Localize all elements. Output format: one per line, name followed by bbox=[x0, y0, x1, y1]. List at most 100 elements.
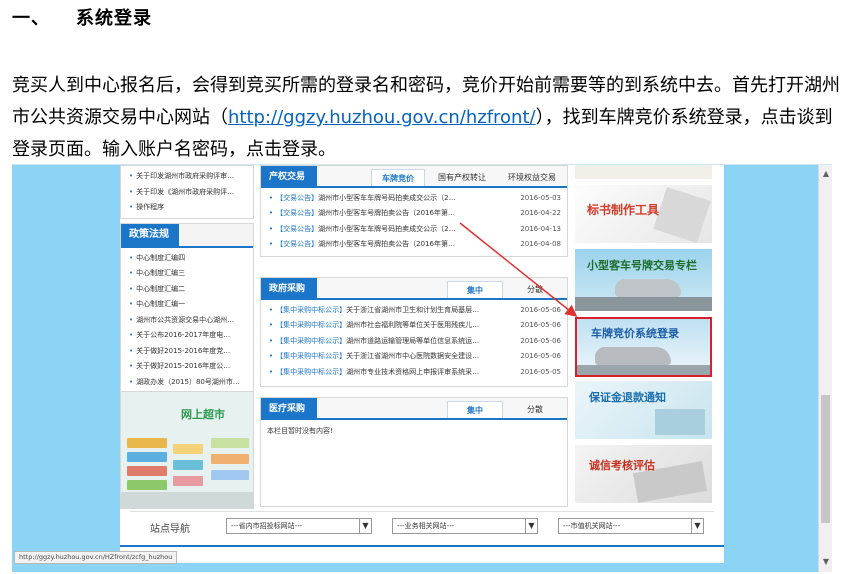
chevron-down-icon: ▼ bbox=[691, 519, 703, 533]
list-item[interactable]: 中心制度汇编二 bbox=[129, 282, 253, 298]
scroll-up-icon[interactable]: ▲ bbox=[819, 169, 832, 178]
table-row[interactable]: 【交易公告】湖州市小型客车号牌拍卖公告（2016年第… 2016-04-22 bbox=[269, 206, 561, 221]
row-tag: 【交易公告】 bbox=[276, 224, 319, 233]
table-row[interactable]: 【交易公告】湖州市小型客车车牌号码拍卖成交公示（2… 2016-04-13 bbox=[269, 222, 561, 237]
policy-list: 中心制度汇编四中心制度汇编三中心制度汇编二中心制度汇编一湖州市公共资源交易中心湖… bbox=[121, 248, 253, 393]
row-tag: 【交易公告】 bbox=[276, 209, 319, 218]
banner-plate-column[interactable]: 小型客车号牌交易专栏 bbox=[575, 249, 712, 311]
row-date: 2016-04-22 bbox=[520, 209, 561, 218]
row-date: 2016-05-06 bbox=[520, 336, 561, 345]
row-date: 2016-04-13 bbox=[520, 224, 561, 233]
site-link[interactable]: http://ggzy.huzhou.gov.cn/hzfront/ bbox=[228, 107, 536, 128]
tab-medical-decentralized[interactable]: 分散 bbox=[507, 401, 563, 418]
procurement-title[interactable]: 政府采购 bbox=[261, 278, 317, 300]
row-title: 湖州市小型客车车牌号码拍卖成交公示（2… bbox=[318, 224, 456, 233]
list-item[interactable]: 中心制度汇编一 bbox=[129, 297, 253, 313]
tab-medical-centralized[interactable]: 集中 bbox=[447, 401, 503, 418]
nav-label: 站点导航 bbox=[150, 524, 190, 535]
row-date: 2016-05-05 bbox=[520, 367, 561, 376]
banner-deposit-refund[interactable]: 保证金退款通知 bbox=[575, 381, 712, 439]
row-title: 关于浙江省湖州市卫生和计划生育局基层… bbox=[346, 306, 480, 314]
row-tag: 【交易公告】 bbox=[276, 240, 319, 249]
banner-plate-auction-login[interactable]: 车牌竞价系统登录 bbox=[575, 317, 712, 377]
list-item[interactable]: 关于印发《湖州市政府采购评… bbox=[129, 185, 253, 201]
row-title: 湖州市小型客车号牌拍卖公告（2016年第… bbox=[318, 240, 455, 249]
row-tag: 【集中采购中标公示】 bbox=[276, 352, 347, 361]
list-item[interactable]: 操作程序 bbox=[129, 200, 253, 216]
scroll-thumb[interactable] bbox=[821, 395, 830, 523]
row-tag: 【集中采购中标公示】 bbox=[276, 321, 347, 330]
row-title: 湖州市专业技术资格网上申报评审系统采… bbox=[346, 367, 480, 376]
tab-state-property[interactable]: 国有产权转让 bbox=[427, 169, 497, 186]
table-row[interactable]: 【集中采购中标公示】关于浙江省湖州市卫生和计划生育局基层… 2016-05-06 bbox=[269, 303, 561, 318]
banner-bid-tool[interactable]: 标书制作工具 bbox=[575, 185, 712, 243]
tab-plate-auction[interactable]: 车牌竞价 bbox=[371, 169, 425, 186]
footer-divider bbox=[120, 545, 724, 547]
list-item[interactable]: 湖州市公共资源交易中心湖州… bbox=[129, 313, 253, 329]
select-province-sites[interactable]: ---省内市招投标网站--- ▼ bbox=[226, 518, 372, 534]
vertical-scrollbar[interactable]: ▲ ▼ bbox=[818, 165, 832, 572]
select-government-sites[interactable]: ---市值机关网站--- ▼ bbox=[558, 518, 704, 534]
medical-title[interactable]: 医疗采购 bbox=[261, 398, 317, 420]
instruction-paragraph: 竞买人到中心报名后，会得到竞买所需的登录名和密码，竞价开始前需要等的到系统中去。… bbox=[12, 70, 840, 166]
row-tag: 【集中采购中标公示】 bbox=[276, 336, 347, 345]
property-tabs: 产权交易 车牌竞价 国有产权转让 环境权益交易 bbox=[261, 166, 567, 188]
list-item[interactable]: 湖政办发（2015）80号湖州市… bbox=[129, 375, 253, 391]
policy-title[interactable]: 政策法规 bbox=[121, 223, 179, 246]
tab-environment-rights[interactable]: 环境权益交易 bbox=[499, 169, 565, 186]
list-item[interactable]: 中心制度汇编四 bbox=[129, 251, 253, 267]
market-label: 网上超市 bbox=[181, 408, 225, 421]
row-date: 2016-05-06 bbox=[520, 306, 561, 314]
chevron-down-icon: ▼ bbox=[525, 519, 537, 533]
row-date: 2016-05-06 bbox=[520, 321, 561, 330]
row-date: 2016-05-06 bbox=[520, 352, 561, 361]
row-title: 关于浙江省湖州市中心医院数据安全建设… bbox=[346, 352, 480, 361]
row-tag: 【集中采购中标公示】 bbox=[276, 306, 347, 314]
top-notice-list: 关于印发湖州市政府采购评审…关于印发《湖州市政府采购评…操作程序 bbox=[121, 166, 253, 218]
row-title: 湖州市小型客车车牌号码拍卖成交公示（2… bbox=[318, 194, 456, 202]
list-item[interactable]: 关于公布2016-2017年度电… bbox=[129, 328, 253, 344]
property-panel: 产权交易 车牌竞价 国有产权转让 环境权益交易 【交易公告】湖州市小型客车车牌号… bbox=[260, 165, 568, 257]
site-page: 关于印发湖州市政府采购评审…关于印发《湖州市政府采购评…操作程序 政策法规 中心… bbox=[120, 165, 724, 563]
row-title: 湖州市社会福利院等单位关于医用残疾儿… bbox=[346, 321, 480, 330]
top-notice-box: 关于印发湖州市政府采购评审…关于印发《湖州市政府采购评…操作程序 bbox=[120, 165, 254, 219]
list-item[interactable]: 关于印发湖州市政府采购评审… bbox=[129, 169, 253, 185]
section-heading: 一、 系统登录 bbox=[12, 4, 152, 30]
tab-decentralized[interactable]: 分散 bbox=[507, 281, 563, 298]
banner-deposit-refund-label: 保证金退款通知 bbox=[589, 391, 666, 404]
site-navigation: 站点导航 ---省内市招投标网站--- ▼ ---业务相关网站--- ▼ ---市值… bbox=[130, 511, 714, 541]
tab-centralized[interactable]: 集中 bbox=[447, 281, 503, 298]
table-row[interactable]: 【交易公告】湖州市小型客车号牌拍卖公告（2016年第… 2016-04-08 bbox=[269, 237, 561, 252]
table-row[interactable]: 【集中采购中标公示】湖州市道路运输管理局等单位信息系统运… 2016-05-06 bbox=[269, 334, 561, 349]
scroll-down-icon[interactable]: ▼ bbox=[819, 557, 832, 566]
banner-plate-auction-login-label: 车牌竞价系统登录 bbox=[591, 327, 679, 340]
status-bar-url: http://ggzy.huzhou.gov.cn/HZfront/zcfg_h… bbox=[14, 551, 178, 564]
procurement-list: 【集中采购中标公示】关于浙江省湖州市卫生和计划生育局基层…2016-05-06【… bbox=[261, 300, 567, 380]
row-title: 湖州市道路运输管理局等单位信息系统运… bbox=[346, 336, 480, 345]
table-row[interactable]: 【集中采购中标公示】湖州市专业技术资格网上申报评审系统采… 2016-05-05 bbox=[269, 365, 561, 380]
select-business-sites[interactable]: ---业务相关网站--- ▼ bbox=[392, 518, 538, 534]
section-title: 系统登录 bbox=[76, 8, 152, 29]
banner-plate-column-label: 小型客车号牌交易专栏 bbox=[587, 259, 697, 272]
list-item[interactable]: 关于做好2015-2016年度党… bbox=[129, 344, 253, 360]
banner-credit-assessment[interactable]: 诚信考核评估 bbox=[575, 445, 712, 503]
banner-bid-tool-label: 标书制作工具 bbox=[587, 203, 660, 217]
policy-header: 政策法规 bbox=[121, 223, 253, 248]
policy-box: 政策法规 中心制度汇编四中心制度汇编三中心制度汇编二中心制度汇编一湖州市公共资源… bbox=[120, 222, 254, 393]
procurement-panel: 政府采购 集中 分散 【集中采购中标公示】关于浙江省湖州市卫生和计划生育局基层…… bbox=[260, 277, 568, 387]
table-row[interactable]: 【交易公告】湖州市小型客车车牌号码拍卖成交公示（2… 2016-05-03 bbox=[269, 191, 561, 206]
procurement-tabs: 政府采购 集中 分散 bbox=[261, 278, 567, 300]
left-column: 关于印发湖州市政府采购评审…关于印发《湖州市政府采购评…操作程序 政策法规 中心… bbox=[120, 165, 254, 393]
property-title[interactable]: 产权交易 bbox=[261, 166, 317, 188]
table-row[interactable]: 【集中采购中标公示】关于浙江省湖州市中心医院数据安全建设… 2016-05-06 bbox=[269, 349, 561, 364]
list-item[interactable]: 关于做好2015-2016年度公… bbox=[129, 359, 253, 375]
website-screenshot: 关于印发湖州市政府采购评审…关于印发《湖州市政府采购评…操作程序 政策法规 中心… bbox=[12, 164, 832, 572]
online-market-banner[interactable]: 网上超市 bbox=[120, 391, 254, 509]
table-row[interactable]: 【集中采购中标公示】湖州市社会福利院等单位关于医用残疾儿… 2016-05-06 bbox=[269, 318, 561, 333]
row-title: 湖州市小型客车号牌拍卖公告（2016年第… bbox=[318, 209, 455, 218]
row-date: 2016-05-03 bbox=[520, 194, 561, 202]
chevron-down-icon: ▼ bbox=[359, 519, 371, 533]
list-item[interactable]: 中心制度汇编三 bbox=[129, 266, 253, 282]
banner-top-strip bbox=[575, 165, 712, 179]
property-list: 【交易公告】湖州市小型客车车牌号码拍卖成交公示（2…2016-05-03【交易公… bbox=[261, 188, 567, 253]
